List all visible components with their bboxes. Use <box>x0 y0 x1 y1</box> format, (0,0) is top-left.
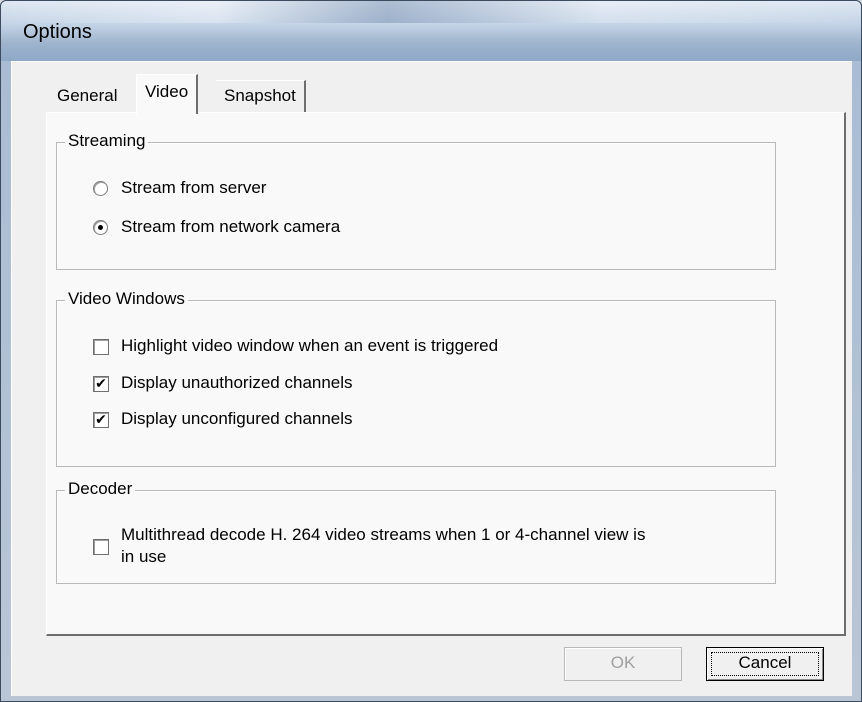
stream-from-camera-label: Stream from network camera <box>121 217 341 236</box>
dialog-client-area: General Video Snapshot Streaming Stream … <box>11 61 852 696</box>
decoder-group: Decoder Multithread decode H. 264 video … <box>56 479 776 584</box>
highlight-window-checkbox[interactable] <box>93 339 109 355</box>
display-unconfigured-checkbox[interactable]: ✔ <box>93 412 109 428</box>
display-unauthorized-checkbox[interactable]: ✔ <box>93 376 109 392</box>
highlight-window-label: Highlight video window when an event is … <box>121 336 499 355</box>
tab-video[interactable]: Video <box>136 74 199 114</box>
stream-from-server-label: Stream from server <box>121 178 267 197</box>
display-unauthorized-label: Display unauthorized channels <box>121 373 353 392</box>
ok-button-label: OK <box>610 653 636 672</box>
display-unconfigured-label: Display unconfigured channels <box>121 409 353 428</box>
tab-general[interactable]: General <box>49 81 125 111</box>
multithread-decode-option[interactable]: Multithread decode H. 264 video streams … <box>93 525 753 569</box>
tab-snapshot[interactable]: Snapshot <box>216 80 306 112</box>
title-bar[interactable]: Options <box>1 1 861 61</box>
cancel-button[interactable]: Cancel <box>706 647 824 681</box>
stream-from-camera-radio[interactable] <box>93 220 108 235</box>
video-windows-group-title: Video Windows <box>65 289 188 309</box>
cancel-button-label: Cancel <box>738 653 792 672</box>
video-windows-group: Video Windows Highlight video window whe… <box>56 289 776 467</box>
decoder-group-title: Decoder <box>65 479 136 499</box>
streaming-group: Streaming Stream from server Stream from… <box>56 131 776 270</box>
streaming-group-title: Streaming <box>65 131 149 151</box>
multithread-decode-checkbox[interactable] <box>93 539 109 555</box>
ok-button[interactable]: OK <box>564 647 682 681</box>
multithread-decode-label-line2: in use <box>121 547 167 566</box>
window-title: Options <box>23 21 92 43</box>
stream-from-server-radio[interactable] <box>93 181 108 196</box>
options-dialog: Options General Video Snapshot Streaming… <box>0 0 862 702</box>
title-bar-glass <box>1 1 861 23</box>
multithread-decode-label-line1: Multithread decode H. 264 video streams … <box>121 525 646 544</box>
